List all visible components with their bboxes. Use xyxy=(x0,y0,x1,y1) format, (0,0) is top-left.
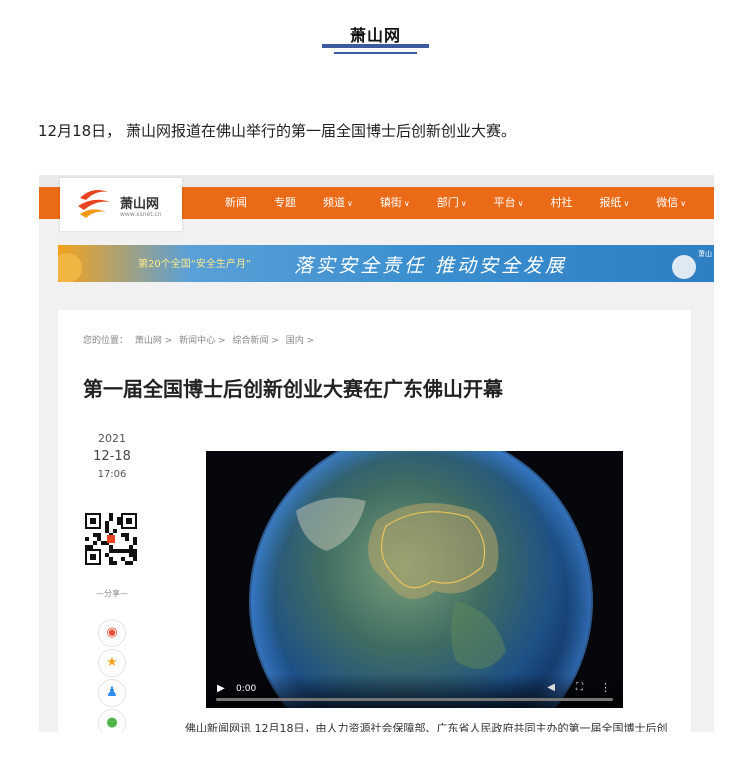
site-logo[interactable]: 萧山网 www.xsnet.cn xyxy=(60,178,182,231)
logo-swirl-icon xyxy=(78,190,110,218)
nav-item-5[interactable]: 平台 ∨ xyxy=(486,187,532,219)
chevron-down-icon: ∨ xyxy=(517,199,524,208)
video-player[interactable]: ▶ 0:00 ◀ ⛶ ⋮ xyxy=(206,451,623,708)
logo-url: www.xsnet.cn xyxy=(120,211,162,218)
breadcrumb: 您的位置： 萧山网 > 新闻中心 > 综合新闻 > 国内 > xyxy=(83,333,318,346)
banner-right-decoration xyxy=(672,255,696,279)
title-underline-thin xyxy=(334,52,417,54)
play-icon[interactable]: ▶ xyxy=(217,683,225,694)
title-underline-thick xyxy=(322,44,429,48)
publish-year: 2021 xyxy=(98,432,126,445)
banner-small-text: 第20个全国“安全生产月” xyxy=(138,259,252,270)
more-icon[interactable]: ⋮ xyxy=(600,681,611,694)
article-body-text: 佛山新闻网讯 12月18日，由人力资源社会保障部、广东省人民政府共同主办的第一届… xyxy=(185,722,668,732)
share-wechat-button[interactable]: ● xyxy=(98,709,126,732)
nav-item-label: 新闻 xyxy=(225,196,247,209)
share-favorite-button[interactable]: ★ xyxy=(98,649,126,677)
weibo-icon: ◉ xyxy=(106,625,118,640)
video-time: 0:00 xyxy=(236,684,257,694)
share-weibo-button[interactable]: ◉ xyxy=(98,619,126,647)
nav-item-label: 频道 xyxy=(323,196,345,209)
nav-menu: 新闻专题频道∨镇街∨部门∨平台∨村社报纸∨微信∨问政 xyxy=(217,187,714,219)
publish-month-day: 12-18 xyxy=(93,449,131,464)
favorite-icon: ★ xyxy=(106,655,118,670)
nav-item-label: 镇街 xyxy=(379,196,402,209)
nav-item-9[interactable]: 问政 xyxy=(705,187,714,219)
article-screenshot: 新闻专题频道∨镇街∨部门∨平台∨村社报纸∨微信∨问政 萧山网 www.xsnet… xyxy=(39,175,714,732)
nav-item-7[interactable]: 报纸 ∨ xyxy=(591,187,637,219)
intro-text: 12月18日， 萧山网报道在佛山举行的第一届全国博士后创新创业大赛。 xyxy=(38,122,516,140)
video-frame-earth xyxy=(206,451,623,708)
chevron-down-icon: ∨ xyxy=(460,199,467,208)
breadcrumb-item-domestic[interactable]: 国内 > xyxy=(286,336,314,346)
banner-edge-text: 萧山 xyxy=(698,250,712,258)
share-label: —分享— xyxy=(96,589,128,598)
chevron-down-icon: ∨ xyxy=(347,199,353,208)
breadcrumb-item-home[interactable]: 萧山网 > xyxy=(135,336,172,346)
banner-flower-decoration xyxy=(58,253,82,282)
qq-icon: ♟ xyxy=(106,685,118,700)
article-card: 您的位置： 萧山网 > 新闻中心 > 综合新闻 > 国内 > 第一届全国博士后创… xyxy=(58,310,691,732)
nav-item-0[interactable]: 新闻 xyxy=(217,187,255,219)
nav-item-6[interactable]: 村社 xyxy=(542,187,580,219)
share-qq-button[interactable]: ♟ xyxy=(98,679,126,707)
video-controls: ▶ 0:00 ◀ ⛶ ⋮ xyxy=(206,674,623,708)
breadcrumb-item-general-news[interactable]: 综合新闻 > xyxy=(232,336,278,346)
nav-item-8[interactable]: 微信 ∨ xyxy=(648,187,694,219)
safety-banner[interactable]: 第20个全国“安全生产月” 落实安全责任 推动安全发展 萧山 xyxy=(58,245,714,282)
qr-code-icon xyxy=(85,513,137,565)
nav-item-label: 部门 xyxy=(436,196,459,209)
page-title: 萧山网 xyxy=(349,26,401,45)
nav-item-3[interactable]: 镇街 ∨ xyxy=(372,187,418,219)
breadcrumb-item-news-center[interactable]: 新闻中心 > xyxy=(179,336,225,346)
breadcrumb-label: 您的位置： xyxy=(83,336,129,346)
nav-item-label: 专题 xyxy=(274,196,296,209)
chevron-down-icon: ∨ xyxy=(403,199,410,208)
nav-item-2[interactable]: 频道 ∨ xyxy=(315,187,361,219)
wechat-icon: ● xyxy=(106,715,118,730)
fullscreen-icon[interactable]: ⛶ xyxy=(576,682,583,693)
nav-item-4[interactable]: 部门 ∨ xyxy=(429,187,475,219)
nav-item-label: 平台 xyxy=(493,196,516,209)
logo-name: 萧山网 xyxy=(120,197,160,212)
chevron-down-icon: ∨ xyxy=(623,199,630,208)
volume-icon[interactable]: ◀ xyxy=(547,682,555,693)
nav-item-label: 微信 xyxy=(656,196,679,209)
nav-item-label: 问政 xyxy=(713,196,714,209)
nav-item-label: 村社 xyxy=(550,196,573,209)
nav-item-label: 报纸 xyxy=(599,196,622,209)
publish-time: 17:06 xyxy=(97,469,127,480)
nav-item-1[interactable]: 专题 xyxy=(266,187,304,219)
publish-date: 2021 12-18 17:06 xyxy=(83,432,141,480)
video-progress-bar[interactable] xyxy=(216,698,613,701)
banner-slogan: 落实安全责任 推动安全发展 xyxy=(294,255,568,277)
chevron-down-icon: ∨ xyxy=(680,199,687,208)
article-title: 第一届全国博士后创新创业大赛在广东佛山开幕 xyxy=(83,377,503,401)
